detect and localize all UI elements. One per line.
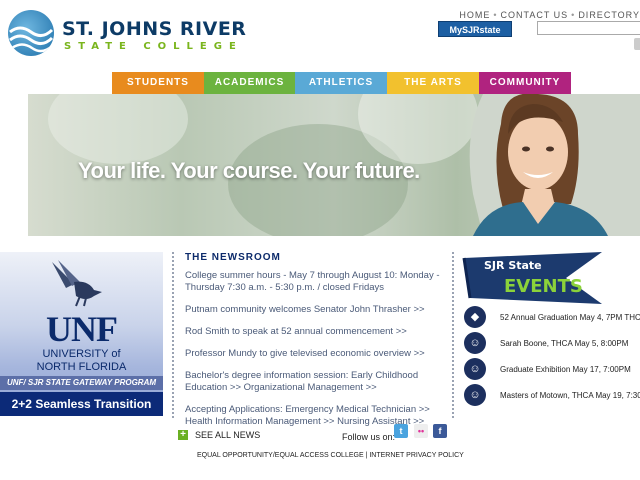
tab-the-arts[interactable]: THE ARTS — [387, 72, 479, 94]
event-item[interactable]: ◆ 52 Annual Graduation May 4, 7PM THCA — [464, 306, 640, 328]
graduation-cap-icon: ◆ — [464, 306, 486, 328]
tab-athletics[interactable]: ATHLETICS — [295, 72, 387, 94]
unf-gateway-banner[interactable]: UNF UNIVERSITY of NORTH FLORIDA UNF/ SJR… — [0, 252, 163, 416]
main-nav: STUDENTS ACADEMICS ATHLETICS THE ARTS CO… — [112, 72, 571, 94]
events-pennant: SJR State EVENTS — [462, 252, 602, 304]
event-item[interactable]: ☺ Masters of Motown, THCA May 19, 7:30PM — [464, 384, 640, 406]
theater-masks-icon: ☺ — [464, 358, 486, 380]
event-text: Masters of Motown, THCA May 19, 7:30PM — [500, 390, 640, 400]
unf-north-florida-label: NORTH FLORIDA — [36, 361, 127, 373]
tab-academics[interactable]: ACADEMICS — [204, 72, 295, 94]
mysjrstate-button[interactable]: MySJRstate — [438, 21, 512, 37]
plus-icon: + — [178, 430, 188, 440]
flickr-icon[interactable]: •• — [414, 424, 428, 438]
event-item[interactable]: ☺ Sarah Boone, THCA May 5, 8:00PM — [464, 332, 640, 354]
search-button[interactable] — [634, 38, 640, 50]
follow-us-label: Follow us on: — [342, 432, 396, 442]
newsroom-title: THE NEWSROOM — [185, 252, 281, 263]
seamless-transition-label: 2+2 Seamless Transition — [0, 392, 163, 416]
student-photo — [469, 94, 640, 236]
news-item[interactable]: Rod Smith to speak at 52 annual commence… — [185, 326, 445, 338]
theater-masks-icon: ☺ — [464, 384, 486, 406]
event-item[interactable]: ☺ Graduate Exhibition May 17, 7:00PM — [464, 358, 640, 380]
logo-subtitle: STATE COLLEGE — [64, 41, 243, 52]
tab-students[interactable]: STUDENTS — [112, 72, 204, 94]
newsroom: THE NEWSROOM College summer hours - May … — [185, 252, 445, 428]
event-text: Graduate Exhibition May 17, 7:00PM — [500, 364, 631, 374]
news-item[interactable]: Bachelor's degree information session: E… — [185, 370, 445, 394]
logo-name: ST. JOHNS RIVER — [62, 18, 247, 40]
river-wave-logo-icon — [8, 10, 54, 56]
hero-banner[interactable]: Your life. Your course. Your future. — [28, 94, 640, 236]
event-text: Sarah Boone, THCA May 5, 8:00PM — [500, 338, 629, 348]
twitter-icon[interactable]: t — [394, 424, 408, 438]
search-input[interactable] — [537, 21, 640, 35]
hero-background-blur — [48, 94, 188, 164]
unf-title: UNF — [46, 309, 118, 349]
news-item[interactable]: Putnam community welcomes Senator John T… — [185, 304, 445, 316]
facebook-icon[interactable]: f — [433, 424, 447, 438]
see-all-news-link[interactable]: + SEE ALL NEWS — [178, 430, 260, 440]
gateway-program-label: UNF/ SJR STATE GATEWAY PROGRAM — [0, 376, 163, 390]
top-links: HOME • CONTACT US • DIRECTORY — [459, 10, 640, 20]
home-link[interactable]: HOME — [459, 10, 490, 20]
separator: • — [493, 10, 498, 20]
event-text: 52 Annual Graduation May 4, 7PM THCA — [500, 312, 640, 322]
unf-university-label: UNIVERSITY of — [42, 348, 121, 360]
events-banner-bottom: EVENTS — [504, 276, 583, 297]
hero-tagline: Your life. Your course. Your future. — [78, 158, 420, 183]
theater-masks-icon: ☺ — [464, 332, 486, 354]
news-item[interactable]: Accepting Applications: Emergency Medica… — [185, 404, 445, 416]
footer-links[interactable]: EQUAL OPPORTUNITY/EQUAL ACCESS COLLEGE |… — [197, 452, 464, 459]
column-divider — [172, 252, 174, 418]
college-logo[interactable]: ST. JOHNS RIVER STATE COLLEGE — [8, 10, 246, 56]
see-all-news-label: SEE ALL NEWS — [195, 430, 261, 440]
news-item[interactable]: Professor Mundy to give televised econom… — [185, 348, 445, 360]
contact-us-link[interactable]: CONTACT US — [500, 10, 568, 20]
osprey-icon — [52, 260, 102, 307]
column-divider — [452, 252, 454, 418]
news-item[interactable]: College summer hours - May 7 through Aug… — [185, 270, 445, 294]
directory-link[interactable]: DIRECTORY — [578, 10, 640, 20]
separator: • — [571, 10, 576, 20]
tab-community[interactable]: COMMUNITY — [479, 72, 571, 94]
events-banner-top: SJR State — [484, 259, 542, 272]
